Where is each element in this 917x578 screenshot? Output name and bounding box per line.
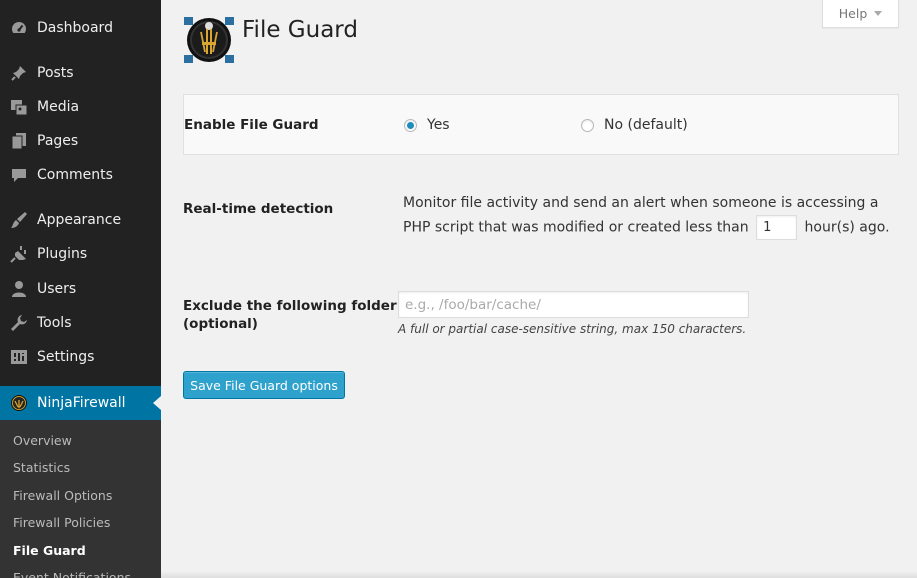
sidebar-item-label: Comments [37, 167, 113, 183]
settings-icon [10, 348, 28, 366]
sidebar-item-users[interactable]: Users [0, 272, 161, 306]
sidebar-item-comments[interactable]: Comments [0, 158, 161, 192]
save-file-guard-button[interactable]: Save File Guard options [183, 371, 345, 399]
media-icon [10, 98, 28, 116]
sidebar-item-label: NinjaFirewall [37, 395, 126, 411]
hours-input[interactable] [756, 215, 798, 240]
sidebar-item-label: Appearance [37, 212, 122, 228]
sidebar-item-ninjafirewall[interactable]: NinjaFirewall [0, 386, 161, 420]
sidebar-item-plugins[interactable]: Plugins [0, 237, 161, 271]
submenu-item-firewall-options[interactable]: Firewall Options [13, 488, 112, 503]
exclude-folder-label-line2: (optional) [183, 316, 258, 332]
dashboard-icon [10, 19, 28, 37]
enable-yes-radio[interactable] [404, 118, 417, 132]
sidebar-item-posts[interactable]: Posts [0, 56, 161, 90]
realtime-detection-description: Monitor file activity and send an alert … [403, 191, 898, 240]
help-tab-button[interactable]: Help [822, 0, 899, 28]
realtime-detection-label: Real-time detection [183, 201, 334, 217]
sidebar-item-label: Pages [37, 133, 79, 149]
enable-yes-label: Yes [427, 117, 450, 133]
pin-icon [10, 64, 28, 82]
enable-yes-option[interactable]: Yes [404, 117, 450, 133]
submenu-item-overview[interactable]: Overview [13, 433, 72, 448]
comment-icon [10, 166, 28, 184]
sidebar-item-settings[interactable]: Settings [0, 340, 161, 374]
sidebar-item-label: Users [37, 281, 77, 297]
footer-edge [161, 571, 917, 578]
pages-icon [10, 132, 28, 150]
sidebar-item-label: Tools [37, 315, 72, 331]
sidebar-item-label: Media [37, 99, 80, 115]
enable-no-label: No (default) [604, 117, 688, 133]
exclude-folder-input[interactable] [398, 291, 749, 318]
admin-sidebar: Dashboard Posts Media Pages Comments App… [0, 0, 161, 578]
sidebar-item-dashboard[interactable]: Dashboard [0, 11, 161, 45]
sidebar-item-label: Settings [37, 349, 95, 365]
sidebar-item-tools[interactable]: Tools [0, 306, 161, 340]
sidebar-item-media[interactable]: Media [0, 90, 161, 124]
ninjafirewall-logo [184, 17, 234, 63]
sidebar-item-pages[interactable]: Pages [0, 124, 161, 158]
submenu-item-statistics[interactable]: Statistics [13, 460, 70, 475]
exclude-folder-label: Exclude the following folder (optional) [183, 297, 397, 333]
page-title: File Guard [242, 17, 358, 43]
exclude-folder-label-line1: Exclude the following folder [183, 298, 397, 314]
enable-file-guard-row: Enable File Guard Yes No (default) [183, 94, 899, 155]
brush-icon [10, 211, 28, 229]
sidebar-item-label: Plugins [37, 246, 88, 262]
submenu-item-firewall-policies[interactable]: Firewall Policies [13, 515, 110, 530]
sidebar-item-label: Dashboard [37, 20, 113, 36]
enable-no-option[interactable]: No (default) [581, 117, 688, 133]
sidebar-item-appearance[interactable]: Appearance [0, 203, 161, 237]
help-label: Help [838, 6, 868, 21]
sidebar-item-label: Posts [37, 65, 74, 81]
ninja-icon [10, 394, 28, 412]
plug-icon [10, 245, 28, 263]
submenu-item-file-guard[interactable]: File Guard [13, 543, 86, 558]
exclude-folder-help: A full or partial case-sensitive string,… [398, 322, 747, 336]
wrench-icon [10, 314, 28, 332]
chevron-down-icon [874, 11, 883, 16]
enable-file-guard-label: Enable File Guard [184, 117, 319, 133]
main-content: Help File Guard Enable File Guard Yes No… [161, 0, 917, 578]
ninjafirewall-submenu: Overview Statistics Firewall Options Fir… [0, 420, 161, 578]
enable-no-radio[interactable] [581, 118, 594, 132]
realtime-description-suffix: hour(s) ago. [804, 219, 890, 236]
user-icon [10, 280, 28, 298]
submenu-item-event-notifications[interactable]: Event Notifications [13, 570, 131, 578]
